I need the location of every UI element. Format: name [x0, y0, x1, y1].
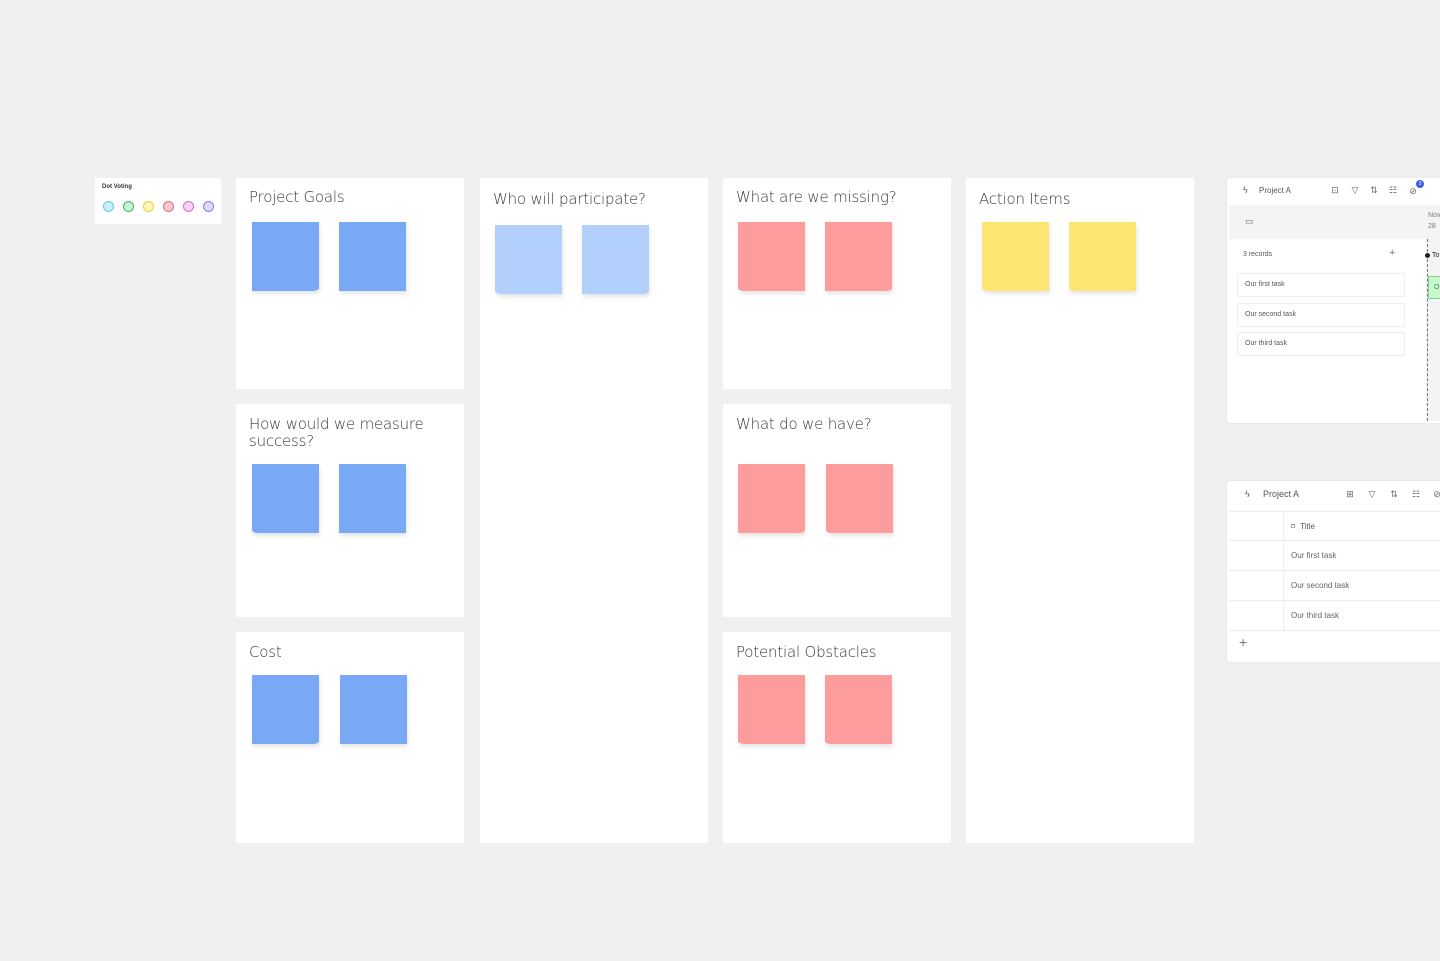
record-item[interactable]: Our second task [1237, 303, 1405, 327]
timeline-header: ϟ Project A ⊡ ▽ ⇅ ☷ ⊘ 3 [1227, 178, 1440, 204]
sticky-note[interactable] [495, 225, 562, 294]
filter-icon[interactable]: ▽ [1367, 489, 1377, 499]
column-label: Title [1300, 522, 1315, 531]
notification-badge: 3 [1416, 180, 1424, 188]
timeline-month: Nov [1428, 212, 1440, 219]
project-name[interactable]: Project A [1259, 186, 1291, 195]
record-item[interactable]: Our third task [1237, 332, 1405, 356]
frame-title: Action Items [979, 190, 1071, 208]
frame-participants[interactable]: Who will participate? [480, 178, 708, 843]
frame-action-items[interactable]: Action Items [966, 178, 1194, 843]
sticky-note[interactable] [340, 675, 407, 744]
table-row[interactable]: Our first task [1229, 541, 1440, 571]
sticky-note[interactable] [738, 222, 805, 291]
timeline-date: Nov 28 [1428, 210, 1440, 232]
fields-icon[interactable]: ☷ [1411, 489, 1421, 499]
timeline-bar[interactable]: O [1428, 276, 1440, 299]
timeline-day: 28 [1428, 223, 1436, 230]
frame-measure-success[interactable]: How would we measure success? [236, 404, 464, 617]
table-row[interactable]: Our third task [1229, 601, 1440, 631]
table-header-row: ⌑ Title [1229, 511, 1440, 541]
vote-dot-blue[interactable] [103, 201, 114, 212]
frame-project-goals[interactable]: Project Goals [236, 178, 464, 389]
today-label: To [1432, 252, 1440, 259]
dot-voting-title: Dot Voting [102, 184, 132, 190]
add-record-button[interactable]: + [1389, 247, 1395, 259]
table-header: ϟ Project A ⊞ ▽ ⇅ ☷ ⊘ [1227, 481, 1440, 507]
today-marker [1425, 253, 1430, 258]
records-table: ⌑ Title Our first task Our second task Ou… [1229, 511, 1440, 631]
dot-voting-widget[interactable]: Dot Voting [95, 178, 221, 224]
sticky-note[interactable] [1069, 222, 1136, 291]
vote-dot-pink[interactable] [183, 201, 194, 212]
row-handle [1229, 571, 1284, 600]
frame-missing[interactable]: What are we missing? [723, 178, 951, 389]
frame-title: What are we missing? [736, 188, 897, 206]
sticky-note[interactable] [738, 675, 805, 744]
sort-icon[interactable]: ⇅ [1369, 185, 1379, 195]
frame-title: How would we measure success? [249, 415, 424, 450]
sticky-note[interactable] [252, 222, 319, 291]
table-view-icon[interactable]: ⊞ [1345, 489, 1355, 499]
cell-title[interactable]: Our second task [1291, 571, 1349, 601]
filter-icon[interactable]: ▽ [1350, 185, 1360, 195]
today-line [1427, 239, 1428, 421]
title-column-header[interactable]: ⌑ Title [1291, 512, 1315, 542]
cell-title[interactable]: Our first task [1291, 541, 1336, 571]
bookmark-icon: ⌑ [1291, 522, 1296, 531]
sticky-note[interactable] [825, 675, 892, 744]
fields-icon[interactable]: ☷ [1388, 185, 1398, 195]
table-panel[interactable]: ϟ Project A ⊞ ▽ ⇅ ☷ ⊘ ⌑ Title Our first t… [1227, 481, 1440, 662]
bolt-icon: ϟ [1245, 489, 1250, 499]
bolt-icon: ϟ [1243, 185, 1248, 195]
hide-icon[interactable]: ⊘ [1432, 489, 1440, 499]
vote-dot-red[interactable] [163, 201, 174, 212]
frame-title: Who will participate? [493, 190, 646, 208]
add-row-button[interactable]: + [1239, 634, 1247, 650]
row-handle [1229, 512, 1284, 540]
frame-obstacles[interactable]: Potential Obstacles [723, 632, 951, 843]
table-row[interactable]: Our second task [1229, 571, 1440, 601]
cell-title[interactable]: Our third task [1291, 601, 1339, 631]
sticky-note[interactable] [826, 464, 893, 533]
calendar-icon[interactable]: ▭ [1245, 216, 1254, 227]
sticky-note[interactable] [339, 222, 406, 291]
records-count: 3 records [1243, 251, 1273, 258]
sticky-note[interactable] [252, 675, 319, 744]
row-handle [1229, 601, 1284, 630]
frame-cost[interactable]: Cost [236, 632, 464, 843]
vote-dot-yellow[interactable] [143, 201, 154, 212]
vote-dot-green[interactable] [123, 201, 134, 212]
sticky-note[interactable] [339, 464, 406, 533]
sticky-note[interactable] [252, 464, 319, 533]
timeline-panel[interactable]: ϟ Project A ⊡ ▽ ⇅ ☷ ⊘ 3 ▭ Nov 28 3 recor… [1227, 178, 1440, 423]
project-name[interactable]: Project A [1263, 489, 1299, 499]
frame-title: Potential Obstacles [736, 643, 877, 661]
vote-dot-purple[interactable] [203, 201, 214, 212]
frame-have[interactable]: What do we have? [723, 404, 951, 617]
frame-title: What do we have? [736, 415, 872, 433]
timeline-body: ▭ Nov 28 3 records + Our first task Our … [1229, 205, 1440, 421]
record-item[interactable]: Our first task [1237, 273, 1405, 297]
records-list: 3 records + Our first task Our second ta… [1229, 239, 1426, 421]
view-icon[interactable]: ⊡ [1330, 185, 1340, 195]
row-handle [1229, 541, 1284, 570]
frame-title: Project Goals [249, 188, 345, 206]
frame-title: Cost [249, 643, 282, 661]
sticky-note[interactable] [825, 222, 892, 291]
hide-icon[interactable]: ⊘ [1408, 186, 1418, 196]
sticky-note[interactable] [582, 225, 649, 294]
sticky-note[interactable] [738, 464, 805, 533]
sort-icon[interactable]: ⇅ [1389, 489, 1399, 499]
sticky-note[interactable] [982, 222, 1049, 291]
